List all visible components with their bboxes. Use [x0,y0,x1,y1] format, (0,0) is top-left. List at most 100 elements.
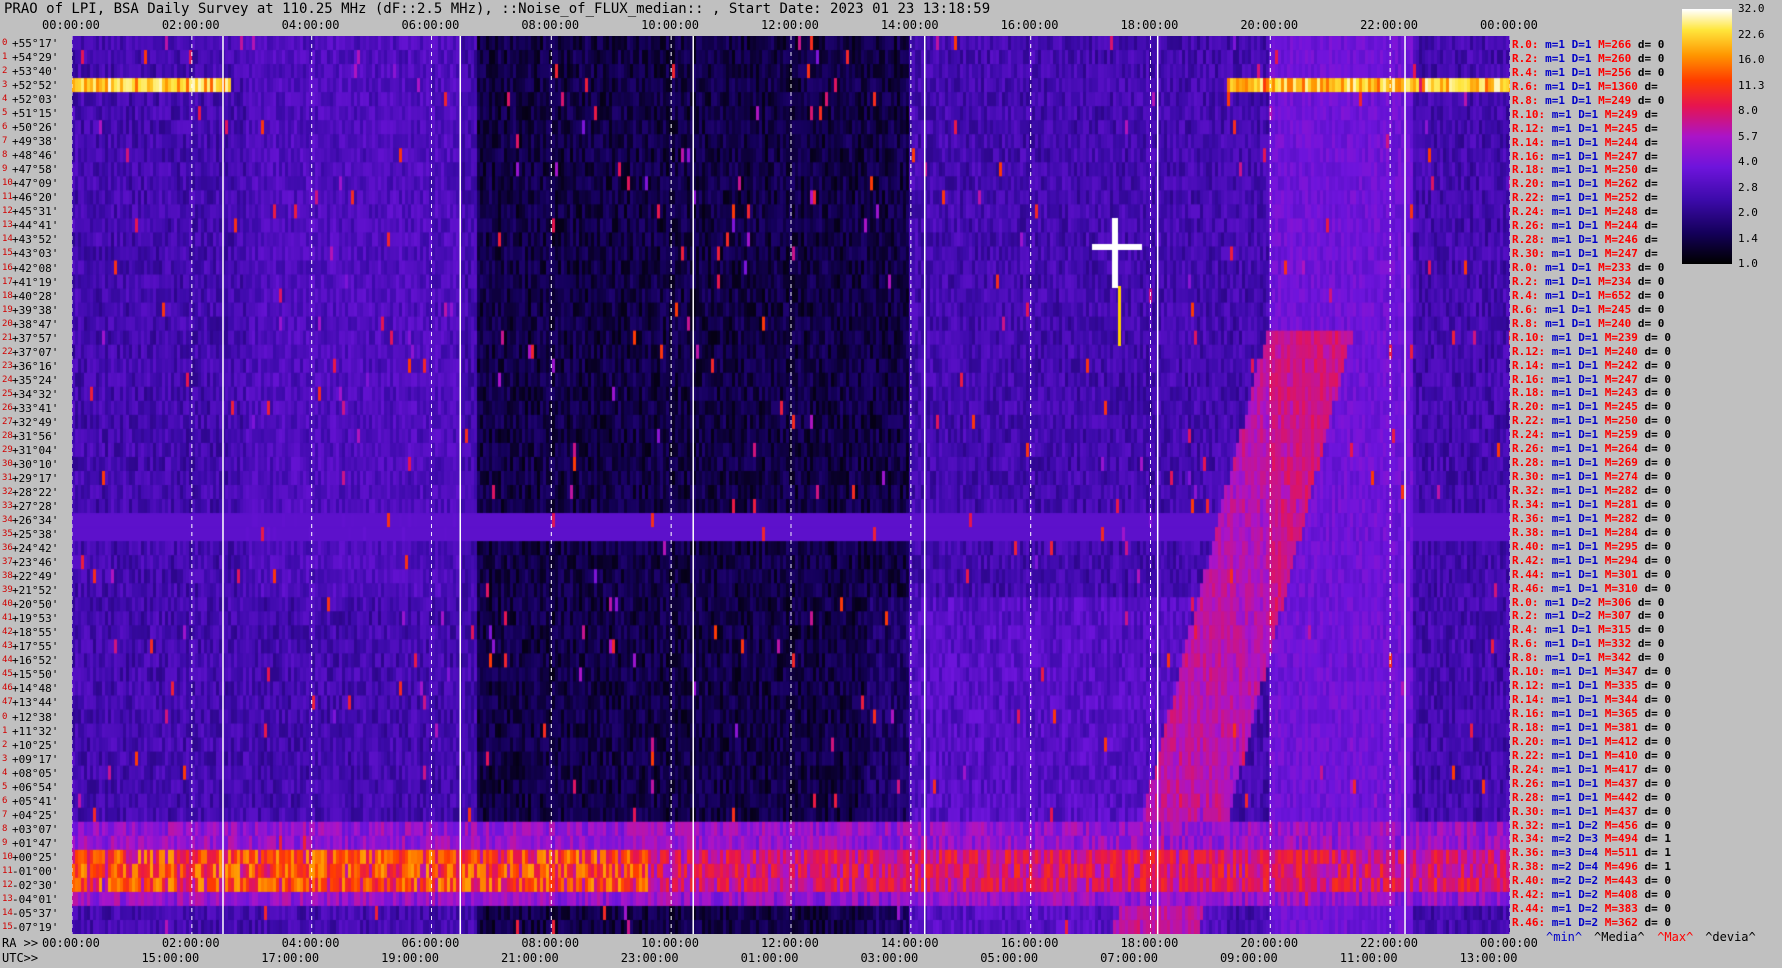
y-tick-label: +40°28' [12,289,59,303]
stats-m: m=1 [1551,790,1572,804]
chart-title: PRAO of LPI, BSA Daily Survey at 110.25 … [4,1,991,17]
stats-d: D=1 [1571,93,1592,107]
stats-dd: d= 0 [1644,748,1672,762]
stats-mm: M=247 [1604,149,1638,163]
colorbar-tick-label: 2.8 [1738,180,1758,194]
stats-d: D=1 [1578,372,1599,386]
stats-m: m=1 [1551,902,1572,916]
stats-d: D=2 [1571,595,1592,609]
row-index-label: 46 [2,683,13,694]
stats-r: R.8: [1512,651,1539,665]
ra-tick-label: 00:00:00 [1480,936,1538,950]
row-index-label: 5 [2,108,8,119]
row-index-label: 0 [2,38,8,49]
stats-r: R.44: [1512,902,1546,916]
stats-m: m=1 [1545,595,1565,609]
x-top-tick-label: 14:00:00 [880,18,939,32]
stats-row: R.6: m=1 D=1 M=332 d= 0 [1512,637,1664,650]
y-tick-label: +43°03' [12,247,59,261]
y-tick-label: +06°54' [12,780,59,794]
utc-tick-label: 11:00:00 [1339,951,1398,965]
stats-mm: M=408 [1604,888,1638,902]
stats-d: D=1 [1578,804,1599,818]
stats-dd: d= [1644,163,1658,177]
x-top-tick-label: 16:00:00 [1000,18,1059,32]
ra-tick-label: 14:00:00 [880,936,939,950]
stats-r: R.18: [1512,720,1546,734]
stats-r: R.36: [1512,846,1546,860]
stats-d: D=1 [1578,511,1599,525]
row-index-label: 35 [2,529,13,540]
stats-row: R.18: m=1 D=1 M=243 d= 0 [1512,386,1671,399]
row-index-label: 29 [2,444,13,455]
stats-mm: M=410 [1604,748,1638,762]
stats-dd: d= 0 [1644,414,1672,428]
stats-row: R.2: m=1 D=2 M=307 d= 0 [1512,609,1664,622]
stats-dd: d= 0 [1644,679,1672,693]
stats-dd: d= [1644,135,1658,149]
row-index-label: 3 [2,753,8,764]
stats-r: R.8: [1512,316,1539,330]
stats-r: R.10: [1512,107,1546,121]
utc-axis-prefix: UTC>> [2,951,39,965]
stats-mm: M=344 [1604,693,1638,707]
stats-r: R.16: [1512,149,1546,163]
stats-m: m=1 [1545,288,1565,302]
stats-d: D=1 [1578,553,1599,567]
legend-item: ^Media^ [1594,930,1645,944]
row-index-label: 1 [2,52,8,63]
stats-mm: M=239 [1604,330,1638,344]
y-tick-label: -04°01' [12,892,59,906]
legend-item: ^Max^ [1657,930,1694,944]
stats-m: m=1 [1551,525,1572,539]
stats-mm: M=362 [1604,916,1638,930]
stats-m: m=1 [1551,191,1572,205]
y-tick-label: +53°40' [12,65,59,79]
stats-m: m=1 [1551,442,1572,456]
stats-mm: M=248 [1604,205,1638,219]
y-tick-label: +34°32' [12,387,59,401]
stats-d: D=1 [1578,414,1599,428]
stats-d: D=1 [1571,38,1592,51]
stats-dd: d= 0 [1644,567,1672,581]
colorbar-tick-label: 11.3 [1738,78,1765,92]
stats-r: R.28: [1512,790,1546,804]
y-tick-label: +32°49' [12,415,59,429]
ra-tick-label: 16:00:00 [1000,936,1059,950]
stats-r: R.34: [1512,832,1546,846]
stats-mm: M=365 [1604,707,1638,720]
ra-tick-label: 22:00:00 [1360,936,1418,950]
stats-m: m=1 [1551,720,1572,734]
stats-row: R.16: m=1 D=1 M=247 d= [1512,150,1658,163]
stats-r: R.16: [1512,372,1546,386]
row-index-label: 19 [2,304,13,315]
heatmap-plot [72,36,1510,934]
y-tick-label: +36°16' [12,359,59,373]
stats-mm: M=249 [1604,107,1638,121]
stats-dd: d= 0 [1644,581,1672,595]
y-tick-label: +37°57' [12,331,59,345]
stats-row: R.28: m=1 D=1 M=442 d= 0 [1512,791,1671,804]
stats-m: m=1 [1551,693,1572,707]
stats-r: R.28: [1512,233,1546,247]
utc-tick-label: 17:00:00 [261,951,320,965]
y-tick-label: +14°48' [12,682,59,696]
stats-r: R.10: [1512,665,1546,679]
stats-row: R.10: m=1 D=1 M=249 d= [1512,108,1658,121]
stats-m: m=1 [1551,149,1572,163]
y-tick-label: +37°07' [12,345,59,359]
stats-d: D=1 [1578,790,1599,804]
stats-d: D=1 [1578,762,1599,776]
stats-r: R.14: [1512,135,1546,149]
row-index-label: 2 [2,66,8,77]
row-index-label: 7 [2,809,8,820]
stats-row: R.26: m=1 D=1 M=244 d= [1512,219,1658,232]
stats-mm: M=332 [1598,637,1632,651]
stats-m: m=1 [1545,79,1565,93]
stats-dd: d= [1644,177,1658,191]
stats-dd: d= 0 [1644,734,1672,748]
stats-dd: d= 0 [1644,484,1672,497]
stats-dd: d= [1644,107,1658,121]
stats-dd: d= [1644,247,1658,261]
stats-row: R.44: m=1 D=2 M=383 d= 0 [1512,902,1671,915]
